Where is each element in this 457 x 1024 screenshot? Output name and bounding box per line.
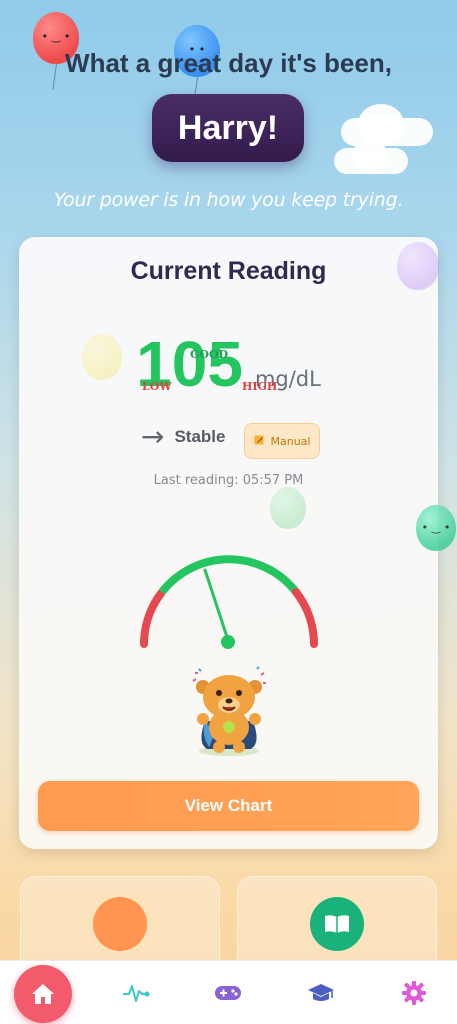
nav-activity-button[interactable] [116,975,156,1011]
manual-badge-label: Manual [270,434,311,448]
purple-balloon-icon [397,242,439,290]
teal-balloon-icon: • ‿ • [416,505,456,551]
greeting-text: What a great day it's been, [65,48,392,78]
yellow-balloon-icon [82,334,122,380]
gauge-high-zone [292,588,318,648]
current-reading-card: Current Reading 105 mg/dL → Stable Manua… [19,237,438,849]
arrow-right-icon: → [141,420,165,453]
gauge-good-label: GOOD [190,348,229,361]
green-balloon-icon [270,487,306,529]
gamepad-icon [215,986,241,1000]
nav-learn-button[interactable] [301,975,341,1011]
gauge-needle [203,568,230,642]
manual-entry-badge: Manual [244,423,320,459]
book-icon [310,897,364,951]
gauge-pivot [221,635,235,649]
bear-mascot-icon [189,663,269,758]
nav-home-button[interactable] [14,965,72,1023]
orange-circle-icon [93,897,147,951]
glucose-gauge [140,555,318,649]
pencil-note-icon [254,434,265,448]
trend-label: Stable [174,427,226,446]
user-name-pill: Harry! [152,94,304,162]
trend-indicator: → Stable [141,423,226,451]
nav-settings-button[interactable] [394,975,434,1011]
bottom-navigation [0,960,457,1024]
nav-games-button[interactable] [208,975,248,1011]
gauge-high-label: HIGH [242,380,278,393]
card-title: Current Reading [130,257,327,285]
last-reading-time: Last reading: 05:57 PM [153,473,304,488]
heartbeat-icon [123,985,150,1002]
motivational-tagline: Your power is in how you keep trying. [53,189,404,211]
gauge-low-label: LOW [142,380,172,393]
gauge-low-zone [140,588,166,648]
graduation-cap-icon [308,984,334,1001]
home-icon [32,984,54,1004]
gauge-good-zone [158,555,300,595]
view-chart-button[interactable]: View Chart [38,781,419,831]
gear-icon [402,981,426,1005]
